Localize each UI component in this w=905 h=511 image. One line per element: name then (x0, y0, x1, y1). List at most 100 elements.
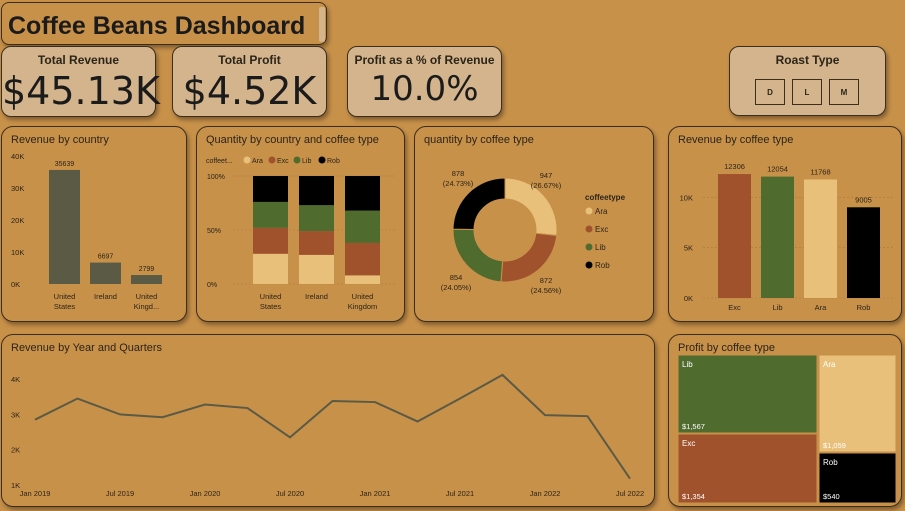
legend-label: Lib (595, 243, 606, 252)
data-label: 12054 (767, 165, 788, 174)
legend-label: Rob (595, 261, 610, 270)
x-tick-label: Kingd... (134, 302, 159, 311)
stacked-segment (253, 201, 288, 228)
x-tick-label: Lib (772, 303, 782, 312)
y-tick-label: 30K (11, 184, 24, 193)
stacked-segment (345, 242, 380, 276)
y-tick-label: 5K (684, 244, 693, 253)
stacked-segment (299, 231, 334, 255)
stacked-segment (253, 176, 288, 202)
x-tick-label: United (352, 292, 374, 301)
roast-type-slicer: Roast Type D L M (729, 46, 886, 116)
kpi-profit-pct: Profit as a % of Revenue 10.0% (347, 46, 502, 117)
kpi-total-profit-value: $4.52K (182, 69, 317, 113)
x-tick-label: United (260, 292, 282, 301)
y-tick-label: 40K (11, 152, 24, 161)
x-tick-label: Rob (857, 303, 871, 312)
stacked-segment (345, 210, 380, 243)
stacked-segment (299, 176, 334, 206)
bar (847, 207, 880, 298)
treemap-tile-value: $1,354 (682, 492, 705, 501)
data-label: 6697 (98, 254, 114, 261)
legend-label: Lib (302, 158, 311, 165)
legend-label: Ara (595, 207, 608, 216)
kpi-total-revenue-value: $45.13K (2, 69, 160, 113)
treemap-tile-name: Rob (823, 458, 838, 467)
stacked-segment (253, 253, 288, 284)
legend-marker (585, 207, 593, 215)
roast-option-l[interactable]: L (792, 79, 822, 105)
y-tick-label: 100% (207, 174, 225, 181)
x-tick-label: Ireland (94, 292, 117, 301)
donut-pct-label: (24.73%) (443, 179, 474, 188)
revenue-by-year-quarter-chart: 1K2K3K4KJan 2019 Jul 2019 Jan 2020 Jul 2020… (11, 373, 644, 498)
x-tick-label: Jul 2021 (446, 489, 474, 498)
x-tick-label: Ara (815, 303, 828, 312)
treemap-tile-value: $540 (823, 492, 840, 501)
card-quantity-by-country-type: Quantity by country and coffee type coff… (196, 126, 405, 322)
kpi-profit-pct-value: 10.0% (370, 69, 479, 109)
card-revenue-by-coffee-type: Revenue by coffee type 0K 5K 10K 12306 Exc 12… (668, 126, 902, 322)
x-tick-label: Jul 2019 (106, 489, 134, 498)
legend-marker (293, 156, 301, 164)
roast-option-d[interactable]: D (755, 79, 785, 105)
data-label: 2799 (139, 266, 155, 273)
x-tick-label: Ireland (305, 292, 328, 301)
x-tick-label: United (136, 292, 158, 301)
donut-value-label: 878 (452, 169, 465, 178)
y-tick-label: 0% (207, 282, 217, 289)
data-label: 9005 (855, 195, 872, 204)
y-tick-label: 10K (11, 248, 24, 257)
kpi-total-profit-label: Total Profit (218, 53, 281, 67)
x-tick-label: Jul 2020 (276, 489, 304, 498)
legend-marker (243, 156, 251, 164)
stacked-segment (345, 275, 380, 284)
donut-value-label: 947 (540, 171, 553, 180)
legend-label: Ara (252, 158, 263, 165)
data-label: 35639 (55, 161, 75, 168)
y-tick-label: 50% (207, 228, 221, 235)
roast-type-title: Roast Type (775, 53, 840, 67)
y-tick-label: 0K (684, 294, 693, 303)
y-tick-label: 0K (11, 280, 20, 289)
stacked-segment (299, 205, 334, 232)
donut-value-label: 872 (540, 276, 553, 285)
bar (804, 179, 837, 298)
donut-pct-label: (24.05%) (441, 283, 472, 292)
treemap-tile-value: $1,059 (823, 441, 846, 450)
card-revenue-by-year-quarter: Revenue by Year and Quarters 1K 2K 3K 4K Jan… (1, 334, 655, 507)
dashboard-title-box: Coffee Beans Dashboard (1, 2, 327, 45)
stacked-segment (299, 254, 334, 284)
donut-pct-label: (24.56%) (531, 286, 562, 295)
stacked-segment (345, 176, 380, 211)
page-title: Coffee Beans Dashboard (8, 12, 306, 40)
legend-title: coffeet... (206, 158, 233, 165)
legend-marker (585, 225, 593, 233)
x-tick-label: Jan 2020 (190, 489, 221, 498)
legend-marker (585, 261, 593, 269)
bar (131, 275, 162, 284)
donut-pct-label: (26.67%) (531, 181, 562, 190)
x-tick-label: Jul 2022 (616, 489, 644, 498)
legend-marker (585, 243, 593, 251)
kpi-total-profit: Total Profit $4.52K (172, 46, 327, 117)
data-label: 12306 (724, 162, 745, 171)
y-tick-label: 20K (11, 216, 24, 225)
kpi-total-revenue: Total Revenue $45.13K (1, 46, 160, 117)
quantity-by-coffee-type-chart: 947(26.67%) 872(24.56%) 854(24.05%) 878(24.… (441, 169, 626, 295)
bar (49, 169, 80, 284)
profit-by-coffee-type-chart: Lib $1,567 Exc $1,354 Ara $1,059 Rob $540 (677, 354, 897, 504)
legend-label: Exc (277, 158, 289, 165)
y-tick-label: 2K (11, 446, 20, 455)
roast-option-m[interactable]: M (829, 79, 859, 105)
card-revenue-by-country: Revenue by country 0K 10K 20K 30K 40K 35639 Un… (1, 126, 187, 322)
x-tick-label: United (54, 292, 76, 301)
legend-marker (318, 156, 326, 164)
treemap-tile-name: Lib (682, 360, 693, 369)
legend-marker (268, 156, 276, 164)
stacked-segment (253, 227, 288, 254)
x-tick-label: Jan 2022 (530, 489, 561, 498)
y-tick-label: 3K (11, 410, 20, 419)
legend-label: Exc (595, 225, 608, 234)
revenue-by-coffee-type-chart: 0K 5K 10K 12306 Exc 12054 Lib 11768 Ara 9005 Rob (680, 162, 895, 312)
